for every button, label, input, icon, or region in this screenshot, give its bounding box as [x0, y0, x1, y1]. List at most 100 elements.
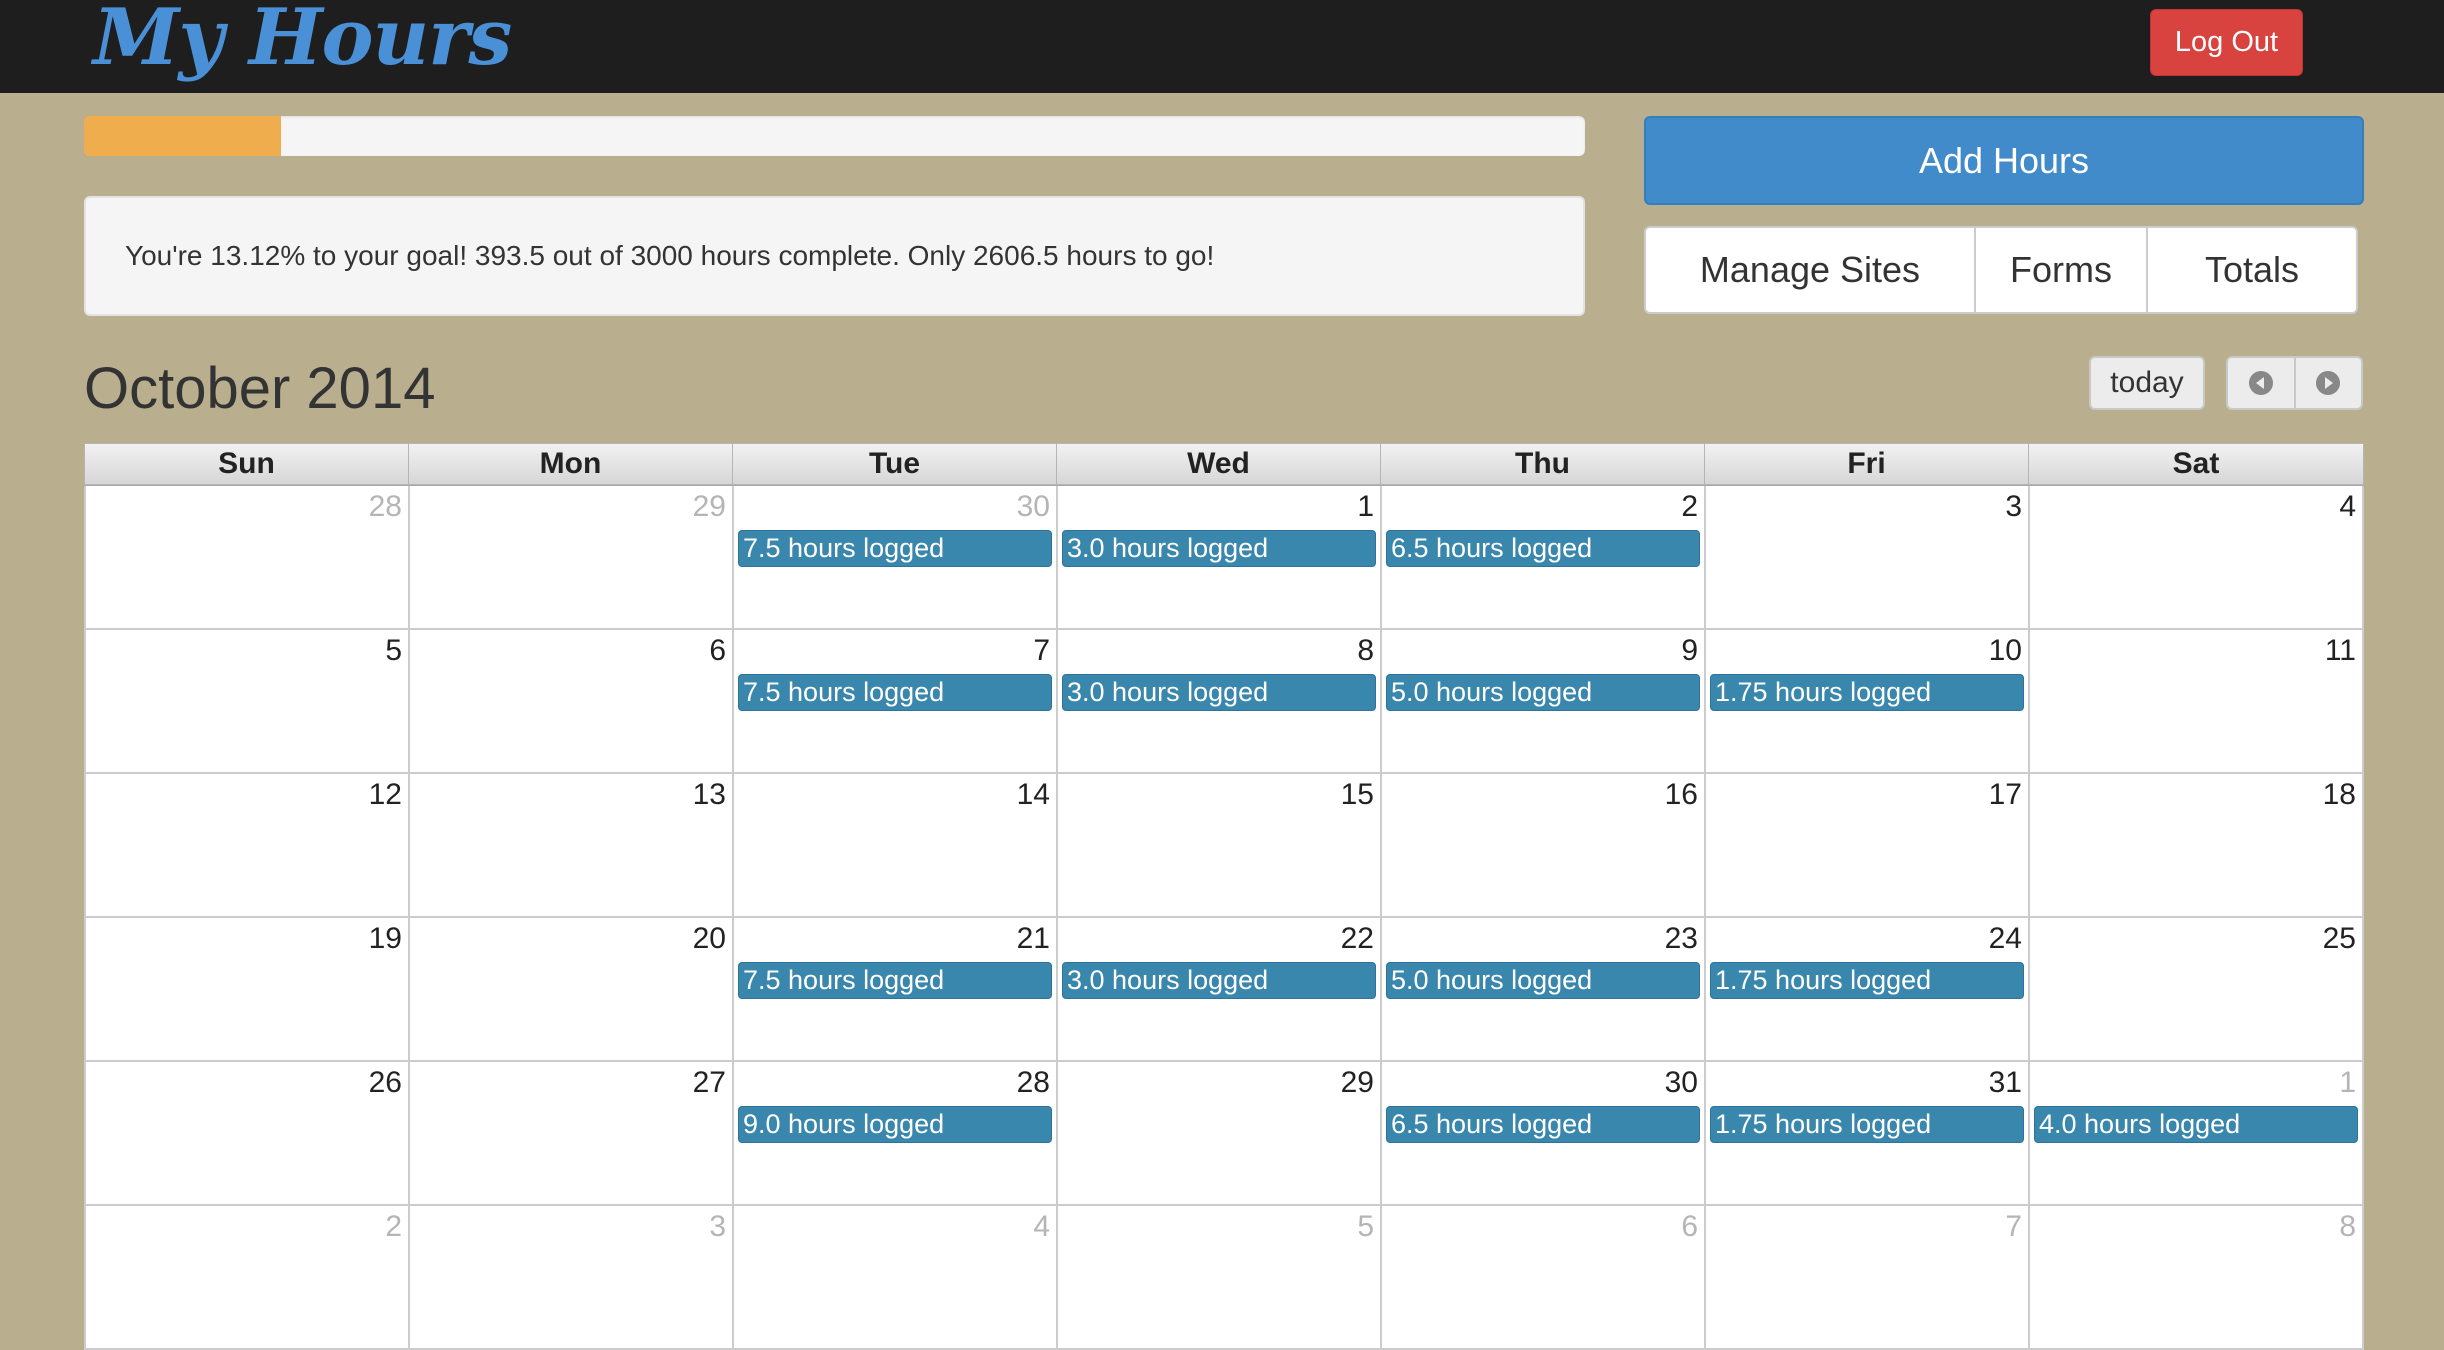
month-calendar: Sun Mon Tue Wed Thu Fri Sat 28 29 30 7.5 hours lo…	[84, 443, 2364, 1350]
day-of-week-header: Sat	[2028, 443, 2364, 485]
calendar-day-cell[interactable]: 12	[84, 774, 408, 918]
calendar-day-cell[interactable]: 3	[408, 1206, 732, 1350]
day-number: 22	[1340, 922, 1374, 955]
calendar-day-cell[interactable]: 31 1.75 hours logged	[1704, 1062, 2028, 1206]
calendar-day-cell[interactable]: 6	[1380, 1206, 1704, 1350]
hours-logged-event[interactable]: 6.5 hours logged	[1386, 1106, 1700, 1143]
calendar-day-cell[interactable]: 1 3.0 hours logged	[1056, 486, 1380, 630]
calendar-day-cell[interactable]: 29	[1056, 1062, 1380, 1206]
today-button[interactable]: today	[2089, 356, 2205, 410]
brand-logo[interactable]: My Hours	[93, 0, 512, 84]
hours-logged-event[interactable]: 7.5 hours logged	[738, 962, 1052, 999]
hours-logged-event[interactable]: 4.0 hours logged	[2034, 1106, 2358, 1143]
calendar-week-row: 19 20 21 7.5 hours logged 22 3.0 hours logged…	[84, 918, 2364, 1062]
calendar-day-cell[interactable]: 24 1.75 hours logged	[1704, 918, 2028, 1062]
prev-month-button[interactable]	[2228, 358, 2294, 408]
day-number: 8	[2339, 1210, 2356, 1243]
navbar: My Hours Log Out	[0, 0, 2444, 93]
calendar-day-cell[interactable]: 27	[408, 1062, 732, 1206]
hours-logged-event[interactable]: 9.0 hours logged	[738, 1106, 1052, 1143]
calendar-day-cell[interactable]: 2 6.5 hours logged	[1380, 486, 1704, 630]
hours-logged-event[interactable]: 3.0 hours logged	[1062, 674, 1376, 711]
day-of-week-header: Wed	[1056, 443, 1380, 485]
calendar-day-cell[interactable]: 2	[84, 1206, 408, 1350]
day-number: 9	[1681, 634, 1698, 667]
hours-logged-event[interactable]: 1.75 hours logged	[1710, 674, 2024, 711]
calendar-day-cell[interactable]: 4	[732, 1206, 1056, 1350]
secondary-nav-buttons: Manage Sites Forms Totals	[1644, 226, 2358, 314]
hours-logged-event[interactable]: 3.0 hours logged	[1062, 962, 1376, 999]
forms-button[interactable]: Forms	[1974, 228, 2146, 312]
calendar-day-cell[interactable]: 22 3.0 hours logged	[1056, 918, 1380, 1062]
month-navigation	[2226, 356, 2363, 410]
day-number: 30	[1664, 1066, 1698, 1099]
calendar-day-cell[interactable]: 21 7.5 hours logged	[732, 918, 1056, 1062]
hours-logged-event[interactable]: 5.0 hours logged	[1386, 962, 1700, 999]
totals-button[interactable]: Totals	[2146, 228, 2356, 312]
calendar-day-cell[interactable]: 7	[1704, 1206, 2028, 1350]
calendar-day-cell[interactable]: 5	[1056, 1206, 1380, 1350]
hours-logged-event[interactable]: 1.75 hours logged	[1710, 962, 2024, 999]
day-number: 30	[1016, 490, 1050, 523]
calendar-day-cell[interactable]: 20	[408, 918, 732, 1062]
day-number: 28	[368, 490, 402, 523]
calendar-day-cell[interactable]: 30 7.5 hours logged	[732, 486, 1056, 630]
day-number: 4	[2339, 490, 2356, 523]
day-number: 24	[1988, 922, 2022, 955]
calendar-day-cell[interactable]: 19	[84, 918, 408, 1062]
calendar-week-row: 26 27 28 9.0 hours logged 29 30 6.5 hours logg…	[84, 1062, 2364, 1206]
manage-sites-button[interactable]: Manage Sites	[1646, 228, 1974, 312]
calendar-day-cell[interactable]: 7 7.5 hours logged	[732, 630, 1056, 774]
hours-logged-event[interactable]: 5.0 hours logged	[1386, 674, 1700, 711]
calendar-day-cell[interactable]: 18	[2028, 774, 2364, 918]
goal-status-text: You're 13.12% to your goal! 393.5 out of…	[125, 240, 1215, 271]
calendar-day-cell[interactable]: 15	[1056, 774, 1380, 918]
day-number: 3	[2005, 490, 2022, 523]
calendar-day-cell[interactable]: 28 9.0 hours logged	[732, 1062, 1056, 1206]
hours-logged-event[interactable]: 7.5 hours logged	[738, 674, 1052, 711]
calendar-day-cell[interactable]: 6	[408, 630, 732, 774]
calendar-day-cell[interactable]: 30 6.5 hours logged	[1380, 1062, 1704, 1206]
hours-logged-event[interactable]: 3.0 hours logged	[1062, 530, 1376, 567]
day-number: 14	[1016, 778, 1050, 811]
day-number: 26	[368, 1066, 402, 1099]
day-number: 7	[2005, 1210, 2022, 1243]
day-number: 31	[1988, 1066, 2022, 1099]
calendar-day-cell[interactable]: 14	[732, 774, 1056, 918]
calendar-day-cell[interactable]: 9 5.0 hours logged	[1380, 630, 1704, 774]
hours-logged-event[interactable]: 1.75 hours logged	[1710, 1106, 2024, 1143]
calendar-day-cell[interactable]: 23 5.0 hours logged	[1380, 918, 1704, 1062]
calendar-day-cell[interactable]: 29	[408, 486, 732, 630]
hours-logged-event[interactable]: 6.5 hours logged	[1386, 530, 1700, 567]
hours-logged-event[interactable]: 7.5 hours logged	[738, 530, 1052, 567]
day-number: 17	[1988, 778, 2022, 811]
day-number: 1	[1357, 490, 1374, 523]
calendar-day-cell[interactable]: 13	[408, 774, 732, 918]
day-of-week-header: Fri	[1704, 443, 2028, 485]
calendar-day-cell[interactable]: 28	[84, 486, 408, 630]
calendar-day-cell[interactable]: 17	[1704, 774, 2028, 918]
calendar-day-cell[interactable]: 25	[2028, 918, 2364, 1062]
day-number: 13	[692, 778, 726, 811]
day-number: 27	[692, 1066, 726, 1099]
calendar-day-cell[interactable]: 16	[1380, 774, 1704, 918]
day-number: 28	[1016, 1066, 1050, 1099]
chevron-right-circle-icon	[2316, 371, 2341, 395]
calendar-day-cell[interactable]: 5	[84, 630, 408, 774]
calendar-day-cell[interactable]: 3	[1704, 486, 2028, 630]
calendar-day-cell[interactable]: 4	[2028, 486, 2364, 630]
calendar-day-cell[interactable]: 26	[84, 1062, 408, 1206]
logout-button[interactable]: Log Out	[2150, 9, 2303, 76]
calendar-day-cell[interactable]: 8 3.0 hours logged	[1056, 630, 1380, 774]
day-number: 1	[2339, 1066, 2356, 1099]
calendar-week-row: 2 3 4 5 6 7 8	[84, 1206, 2364, 1350]
calendar-day-cell[interactable]: 11	[2028, 630, 2364, 774]
calendar-day-cell[interactable]: 10 1.75 hours logged	[1704, 630, 2028, 774]
calendar-day-cell[interactable]: 8	[2028, 1206, 2364, 1350]
next-month-button[interactable]	[2293, 358, 2362, 408]
calendar-week-row: 12 13 14 15 16 17 18	[84, 774, 2364, 918]
calendar-day-cell[interactable]: 1 4.0 hours logged	[2028, 1062, 2364, 1206]
day-number: 5	[1357, 1210, 1374, 1243]
calendar-title: October 2014	[84, 356, 436, 421]
add-hours-button[interactable]: Add Hours	[1644, 116, 2364, 205]
